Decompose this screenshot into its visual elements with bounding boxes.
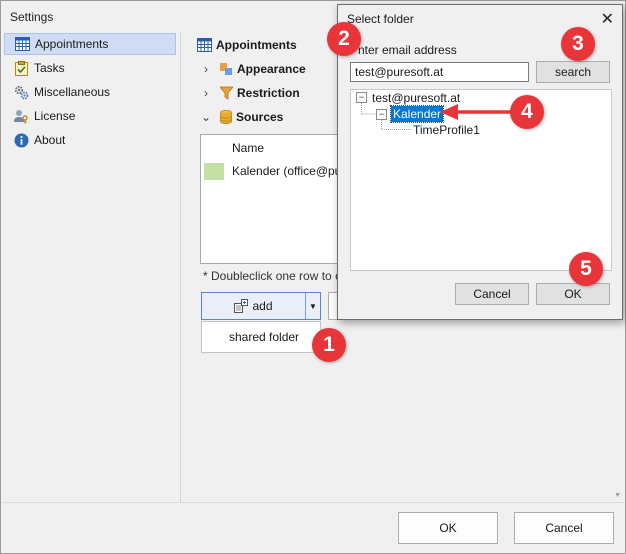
caret-down-icon: ▼ [309,301,317,311]
add-button[interactable]: add [202,293,306,319]
info-icon [13,132,29,148]
close-icon[interactable]: ✕ [601,9,614,29]
calendar-grid-icon [197,38,212,52]
tree-node-root[interactable]: test@puresoft.at [372,91,460,105]
sidebar-item-label: License [34,109,76,123]
chevron-right-icon: › [204,86,208,100]
database-icon [220,110,232,124]
sidebar-item-about[interactable]: About [4,129,176,151]
dialog-cancel-button[interactable]: Cancel [455,283,529,305]
window-title: Settings [10,10,54,24]
dialog-title: Select folder [347,12,414,26]
section-restriction[interactable]: › Restriction [200,86,300,100]
add-menu: shared folder [201,321,321,353]
appearance-icon [220,62,233,76]
callout-badge-1: 1 [312,328,346,362]
sidebar-item-label: Miscellaneous [34,85,111,99]
add-source-icon [234,299,249,313]
menu-item-shared-folder[interactable]: shared folder [229,330,299,344]
sidebar-item-label: About [34,133,66,147]
sidebar-item-license[interactable]: License [4,105,176,127]
sidebar-item-tasks[interactable]: Tasks [4,57,176,79]
section-label: Sources [236,110,284,124]
tree-lines [361,101,411,130]
folder-tree[interactable]: − test@puresoft.at − Kalender TimeProfil… [350,89,612,271]
add-split-button: add ▼ [201,292,321,320]
add-dropdown-arrow[interactable]: ▼ [306,293,320,319]
tree-node-kalender[interactable]: Kalender [389,105,445,123]
section-sources[interactable]: ⌄ Sources [200,110,283,124]
email-label: nter email address [358,43,457,57]
sidebar-item-appointments[interactable]: Appointments [4,33,176,55]
cancel-button[interactable]: Cancel [514,512,614,544]
callout-badge-4: 4 [510,95,544,129]
scroll-down-icon[interactable]: ▼ [614,492,621,499]
gears-icon [13,84,29,100]
page-title: Appointments [197,38,297,52]
sidebar-item-label: Tasks [34,61,65,75]
section-appearance[interactable]: › Appearance [200,62,306,76]
callout-badge-3: 3 [561,27,595,61]
source-name: Kalender (office@pu [232,164,342,178]
add-button-label: add [252,299,273,313]
sidebar-item-label: Appointments [35,37,109,51]
tree-toggle-root[interactable]: − [356,92,367,103]
search-button[interactable]: search [536,61,610,83]
sidebar: Appointments Tasks Miscellaneous License… [2,32,181,502]
page-title-text: Appointments [216,38,297,52]
sidebar-item-miscellaneous[interactable]: Miscellaneous [4,81,176,103]
callout-badge-5: 5 [569,252,603,286]
chevron-right-icon: › [204,62,208,76]
clipboard-check-icon [13,60,29,76]
section-label: Appearance [237,62,306,76]
section-label: Restriction [237,86,300,100]
chevron-down-icon: ⌄ [200,110,212,124]
key-user-icon [13,108,29,124]
email-field[interactable]: test@puresoft.at [350,62,529,82]
ok-button[interactable]: OK [398,512,498,544]
dialog-ok-button[interactable]: OK [536,283,610,305]
column-header-name: Name [232,141,265,155]
color-swatch [204,162,224,180]
hint-text: * Doubleclick one row to c [203,269,342,283]
tree-toggle-kalender[interactable]: − [376,109,387,120]
calendar-grid-icon [14,36,30,52]
callout-badge-2: 2 [327,22,361,56]
funnel-icon [220,86,233,100]
footer-bar: OK Cancel [2,502,624,553]
tree-node-timeprofile[interactable]: TimeProfile1 [413,123,480,137]
